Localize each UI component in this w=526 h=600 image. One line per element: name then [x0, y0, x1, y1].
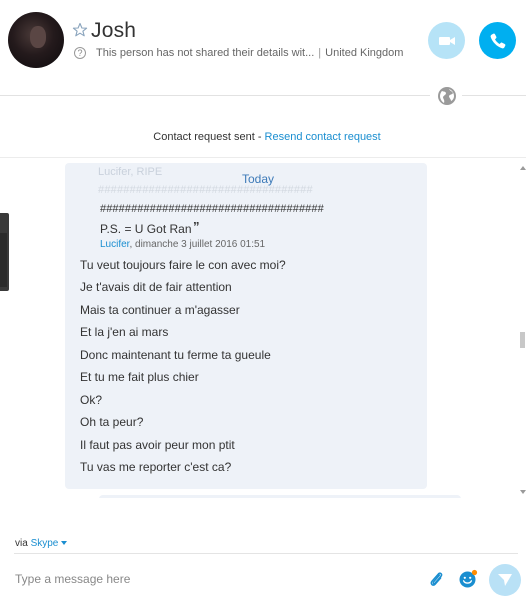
message-thread[interactable]: Lucifer, RIPE ##########################… — [0, 158, 518, 498]
header-divider — [0, 95, 430, 96]
send-icon — [498, 574, 512, 586]
phone-icon — [490, 33, 506, 49]
scroll-down-arrow-icon[interactable] — [520, 490, 526, 494]
message-text: Oh ta peur? — [80, 415, 144, 429]
thread-scrollbar[interactable] — [519, 158, 526, 498]
contact-status: This person has not shared their details… — [96, 47, 404, 59]
conversation-header: Josh ? This person has not shared their … — [0, 0, 526, 95]
via-service-dropdown[interactable]: Skype — [31, 538, 68, 549]
send-button[interactable] — [489, 564, 521, 596]
globe-icon[interactable] — [437, 86, 457, 106]
video-call-button[interactable] — [428, 22, 465, 59]
quote-meta: Lucifer, dimanche 3 juillet 2016 01:51 — [100, 239, 265, 250]
side-panel-handle[interactable] — [0, 213, 9, 291]
via-label: via — [15, 538, 31, 549]
paperclip-icon[interactable] — [427, 569, 445, 589]
composer-divider — [14, 553, 518, 554]
info-icon[interactable]: ? — [74, 47, 86, 59]
quoted-message-text: P.S. = U Got Ran — [100, 222, 192, 236]
quote-mark-icon: ” — [193, 219, 200, 234]
contact-request-status: Contact request sent - Resend contact re… — [0, 131, 526, 143]
faded-quote-header: Lucifer, RIPE — [98, 166, 163, 178]
message-text: Je t'avais dit de fair attention — [80, 280, 232, 294]
skype-conversation-window: Josh ? This person has not shared their … — [0, 0, 526, 600]
resend-contact-request-link[interactable]: Resend contact request — [265, 131, 381, 143]
star-icon[interactable] — [72, 22, 88, 38]
contact-location: United Kingdom — [325, 47, 404, 59]
scroll-thumb[interactable] — [520, 332, 525, 348]
via-service-name: Skype — [30, 538, 59, 549]
audio-call-button[interactable] — [479, 22, 516, 59]
quote-timestamp: , dimanche 3 juillet 2016 01:51 — [129, 239, 266, 250]
avatar[interactable] — [8, 12, 64, 68]
header-divider — [462, 95, 526, 96]
faded-quote-separator: ################################## — [98, 184, 313, 196]
date-divider: Today — [242, 172, 275, 186]
message-text: Tu vas me reporter c'est ca? — [80, 460, 232, 474]
quote-separator: #################################### — [100, 203, 324, 215]
next-message-bubble — [99, 495, 461, 498]
message-text: Donc maintenant tu ferme ta gueule — [80, 348, 271, 362]
message-text: Tu veut toujours faire le con avec moi? — [80, 258, 286, 272]
contact-name: Josh — [91, 19, 137, 42]
message-text: Ok? — [80, 393, 103, 407]
scroll-up-arrow-icon[interactable] — [520, 166, 526, 170]
message-text: Et tu me fait plus chier — [80, 370, 199, 384]
quote-author[interactable]: Lucifer — [100, 239, 129, 250]
via-service-selector: via Skype — [15, 538, 68, 549]
message-text: Mais ta continuer a m'agasser — [80, 303, 240, 317]
message-input[interactable] — [15, 566, 405, 592]
message-text: Il faut pas avoir peur mon ptit — [80, 438, 235, 452]
chevron-down-icon — [61, 541, 68, 545]
video-camera-icon — [439, 37, 455, 45]
contact-status-text: This person has not shared their details… — [96, 47, 315, 59]
request-sent-text: Contact request sent - — [153, 131, 265, 143]
smiley-icon[interactable] — [458, 569, 478, 589]
message-text: Et la j'en ai mars — [80, 325, 169, 339]
